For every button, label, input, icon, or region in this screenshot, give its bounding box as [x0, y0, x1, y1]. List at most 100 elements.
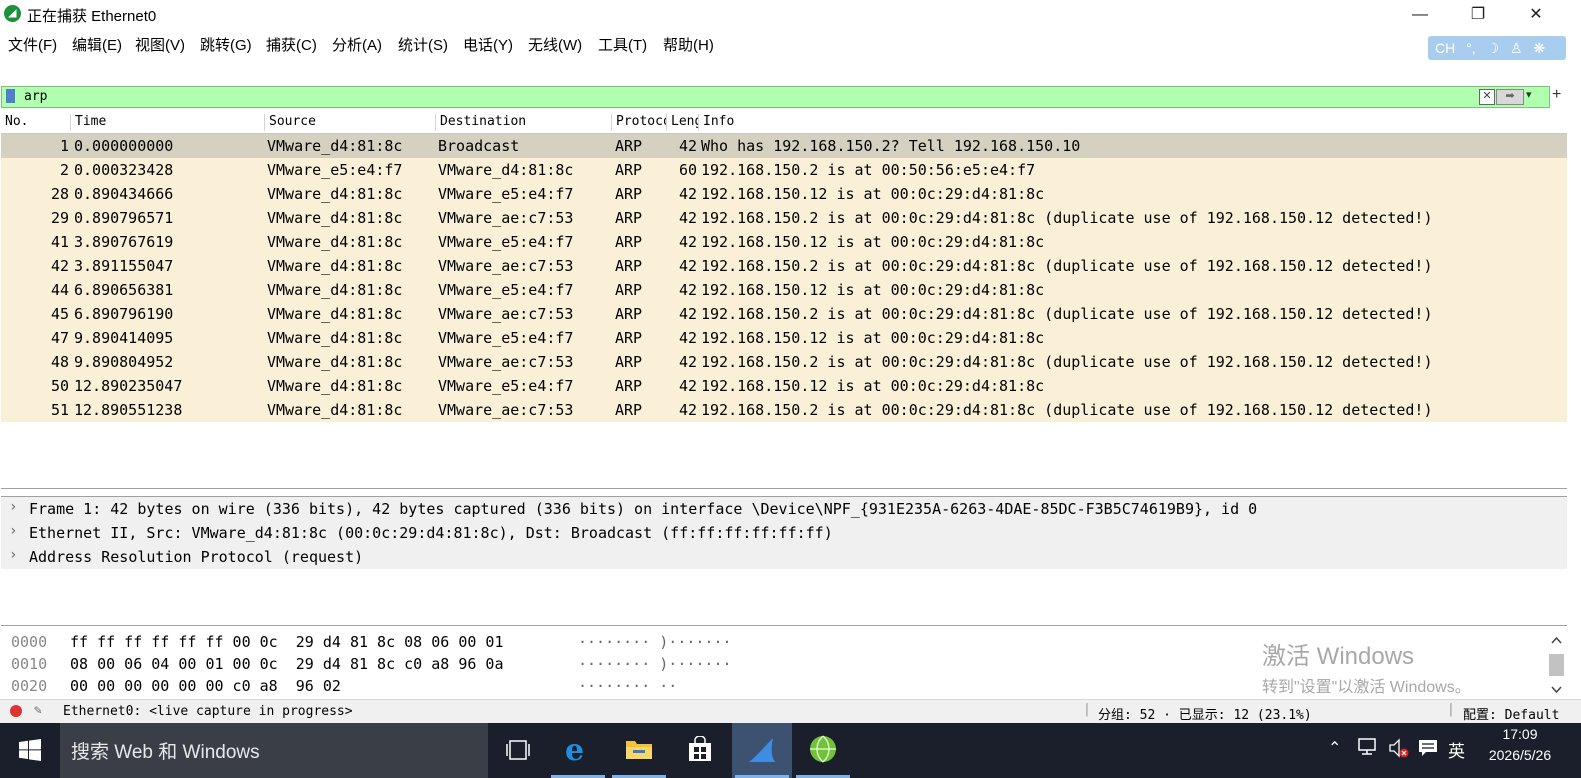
menu-telephony[interactable]: 电话(Y) — [463, 34, 513, 55]
filter-history-chevron-down-icon[interactable]: ▾ — [1526, 88, 1532, 101]
taskbar-file-explorer[interactable] — [609, 723, 669, 778]
profile-text[interactable]: 配置: Default — [1463, 704, 1559, 723]
restore-button[interactable]: ❐ — [1455, 0, 1501, 29]
bytes-scrollbar[interactable] — [1548, 634, 1565, 696]
cell-length: 60 — [678, 161, 697, 179]
expert-info-icon[interactable] — [10, 705, 22, 717]
detail-row-arp[interactable]: › Address Resolution Protocol (request) — [1, 545, 1567, 569]
packet-row[interactable]: 2 0.000323428 VMware_e5:e4:f7 VMware_d4:81:… — [1, 158, 1567, 182]
expand-arrow-icon[interactable]: › — [9, 523, 17, 539]
taskbar-edge[interactable]: e — [548, 723, 608, 778]
column-header-info[interactable]: Info — [699, 114, 1559, 131]
volume-muted-icon[interactable] — [1388, 738, 1410, 758]
add-filter-button[interactable]: + — [1552, 86, 1561, 104]
menu-help[interactable]: 帮助(H) — [663, 34, 714, 55]
taskbar-green-app[interactable] — [793, 723, 853, 778]
clear-filter-button[interactable]: ✕ — [1479, 89, 1495, 105]
cell-destination: VMware_e5:e4:f7 — [438, 281, 574, 299]
menu-tools[interactable]: 工具(T) — [598, 34, 647, 55]
expand-arrow-icon[interactable]: › — [9, 499, 17, 515]
status-bar: ✎ Ethernet0: <live capture in progress> … — [0, 699, 1581, 724]
cell-destination: VMware_d4:81:8c — [438, 161, 574, 179]
windows-start-icon[interactable] — [19, 739, 41, 761]
packet-row[interactable]: 45 6.890796190 VMware_d4:81:8c VMware_ae:c7… — [1, 302, 1567, 326]
cell-info: Who has 192.168.150.2? Tell 192.168.150.… — [701, 137, 1081, 155]
menu-analyze[interactable]: 分析(A) — [332, 34, 382, 55]
packet-row[interactable]: 44 6.890656381 VMware_d4:81:8c VMware_e5:e4… — [1, 278, 1567, 302]
cell-destination: VMware_e5:e4:f7 — [438, 185, 574, 203]
expand-arrow-icon[interactable]: › — [9, 547, 17, 563]
capture-comment-icon[interactable]: ✎ — [34, 703, 42, 718]
taskbar-clock[interactable]: 17:09 2026/5/26 — [1476, 726, 1564, 763]
cell-source: VMware_d4:81:8c — [267, 137, 403, 155]
packet-count-text: 分组: 52 · 已显示: 12 (23.1%) — [1098, 708, 1312, 723]
packet-row[interactable]: 29 0.890796571 VMware_d4:81:8c VMware_ae:c7… — [1, 206, 1567, 230]
menu-capture[interactable]: 捕获(C) — [266, 34, 317, 55]
packet-row[interactable]: 50 12.890235047 VMware_d4:81:8c VMware_e5:e… — [1, 374, 1567, 398]
cell-protocol: ARP — [615, 185, 643, 203]
detail-text: Frame 1: 42 bytes on wire (336 bits), 42… — [29, 500, 1258, 518]
packet-row[interactable]: 48 9.890804952 VMware_d4:81:8c VMware_ae:c7… — [1, 350, 1567, 374]
bytes-offset: 0000 — [11, 633, 48, 651]
cell-info: 192.168.150.12 is at 00:0c:29:d4:81:8c — [701, 281, 1045, 299]
bookmark-icon[interactable] — [6, 89, 15, 103]
column-header-protocol[interactable]: Protocol — [612, 114, 667, 131]
taskbar-wireshark[interactable] — [732, 723, 792, 778]
close-button[interactable]: ✕ — [1513, 0, 1559, 29]
capture-status-text: Ethernet0: <live capture in progress> — [63, 704, 353, 719]
title-bar: ◢ 正在捕获 Ethernet0 — ❐ ✕ — [0, 0, 1581, 29]
cell-no: 47 — [50, 329, 69, 347]
menu-wireless[interactable]: 无线(W) — [528, 34, 582, 55]
task-view-button[interactable] — [488, 723, 548, 778]
search-placeholder: 搜索 Web 和 Windows — [71, 742, 260, 763]
globe-app-icon — [810, 735, 836, 763]
cell-no: 42 — [50, 257, 69, 275]
cell-protocol: ARP — [615, 257, 643, 275]
menu-edit[interactable]: 编辑(E) — [72, 34, 122, 55]
column-header-no[interactable]: No. — [1, 114, 71, 131]
menu-go[interactable]: 跳转(G) — [200, 34, 252, 55]
network-icon[interactable] — [1357, 737, 1379, 757]
packet-row[interactable]: 42 3.891155047 VMware_d4:81:8c VMware_ae:c7… — [1, 254, 1567, 278]
column-header-length[interactable]: Length — [667, 114, 699, 131]
task-view-icon — [506, 740, 530, 760]
packet-row[interactable]: 28 0.890434666 VMware_d4:81:8c VMware_e5:e4… — [1, 182, 1567, 206]
cell-source: VMware_d4:81:8c — [267, 233, 403, 251]
column-header-time[interactable]: Time — [71, 114, 265, 131]
menu-statistics[interactable]: 统计(S) — [398, 34, 448, 55]
input-language-indicator[interactable]: 英 — [1448, 737, 1465, 762]
cell-protocol: ARP — [615, 305, 643, 323]
cell-destination: VMware_ae:c7:53 — [438, 401, 574, 419]
cell-time: 0.000000000 — [74, 137, 174, 155]
packet-row[interactable]: 1 0.000000000 VMware_d4:81:8c Broadcast ARP 4… — [1, 134, 1567, 158]
detail-row-ethernet[interactable]: › Ethernet II, Src: VMware_d4:81:8c (00:… — [1, 521, 1567, 545]
cell-time: 0.890796571 — [74, 209, 174, 227]
detail-row-frame[interactable]: › Frame 1: 42 bytes on wire (336 bits), … — [1, 497, 1567, 521]
cell-time: 12.890235047 — [74, 377, 183, 395]
apply-filter-button[interactable]: ➡ — [1496, 89, 1524, 105]
menu-file[interactable]: 文件(F) — [8, 34, 57, 55]
cell-info: 192.168.150.2 is at 00:50:56:e5:e4:f7 — [701, 161, 1036, 179]
show-hidden-icons-chevron-up-icon[interactable]: ⌃ — [1328, 738, 1341, 758]
cell-no: 44 — [50, 281, 69, 299]
cell-source: VMware_d4:81:8c — [267, 305, 403, 323]
cell-time: 3.891155047 — [74, 257, 174, 275]
main-toolbar — [0, 56, 1581, 134]
packet-row[interactable]: 51 12.890551238 VMware_d4:81:8c VMware_ae:c… — [1, 398, 1567, 422]
cell-destination: VMware_ae:c7:53 — [438, 209, 574, 227]
action-center-icon[interactable] — [1418, 738, 1438, 758]
minimize-button[interactable]: — — [1397, 0, 1443, 29]
taskbar-search-box[interactable]: 搜索 Web 和 Windows — [60, 723, 488, 778]
column-header-source[interactable]: Source — [265, 114, 436, 131]
menu-view[interactable]: 视图(V) — [135, 34, 185, 55]
taskbar-store[interactable] — [670, 723, 730, 778]
packet-row[interactable]: 41 3.890767619 VMware_d4:81:8c VMware_e5:e4… — [1, 230, 1567, 254]
cell-protocol: ARP — [615, 233, 643, 251]
display-filter-input[interactable]: arp — [24, 89, 47, 104]
column-header-destination[interactable]: Destination — [436, 114, 612, 131]
cell-length: 42 — [678, 281, 697, 299]
cell-destination: VMware_ae:c7:53 — [438, 305, 574, 323]
packet-row[interactable]: 47 9.890414095 VMware_d4:81:8c VMware_e5:e4… — [1, 326, 1567, 350]
cell-no: 48 — [50, 353, 69, 371]
bytes-hex: 08 00 06 04 00 01 00 0c 29 d4 81 8c c0 a… — [70, 655, 504, 673]
